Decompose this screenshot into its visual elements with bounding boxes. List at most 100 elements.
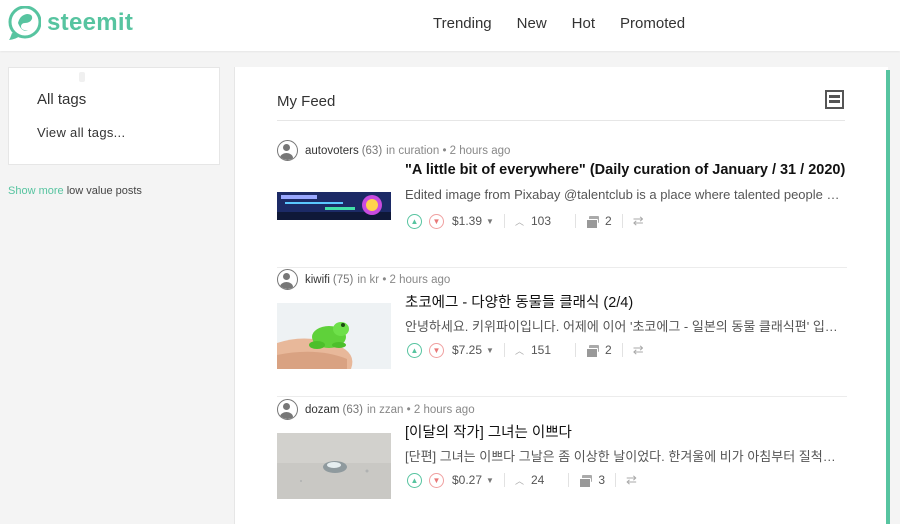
show-more-link[interactable]: Show more — [8, 185, 64, 197]
post-title[interactable]: [이달의 작가] 그녀는 이쁘다 — [405, 421, 572, 442]
post-time: • 2 hours ago — [382, 273, 451, 286]
steemit-logo-icon — [8, 6, 41, 40]
comment-icon — [586, 344, 599, 358]
upvote-icon[interactable]: ▲ — [407, 472, 422, 488]
post-time: • 2 hours ago — [442, 144, 511, 157]
comment-icon — [586, 215, 599, 229]
voters[interactable]: ︿ 151 — [515, 343, 551, 357]
low-value-label: low value posts — [63, 185, 142, 197]
feed-post: kiwifi (75) in kr • 2 hours ago 초코에그 - 다… — [277, 269, 847, 397]
vote-count: 24 — [530, 473, 545, 487]
post-header: kiwifi (75) in kr • 2 hours ago — [277, 269, 450, 290]
brand-name: steemit — [47, 9, 134, 36]
comment-count: 3 — [598, 473, 606, 487]
payout-value: $1.39 — [452, 214, 483, 228]
payout[interactable]: $7.25 ▼ — [452, 343, 494, 357]
upvote-icon[interactable]: ▲ — [407, 213, 422, 229]
divider — [575, 214, 576, 228]
divider — [277, 120, 845, 121]
low-value-notice: Show more low value posts — [8, 185, 142, 197]
chevron-up-icon: ︿ — [514, 475, 524, 486]
comments[interactable]: 2 — [586, 214, 612, 229]
post-excerpt[interactable]: [단편] 그녀는 이쁘다 그날은 좀 이상한 날이었다. 한겨울에 비가 아침부… — [405, 446, 845, 465]
feed-post: autovoters (63) in curation • 2 hours ag… — [277, 140, 847, 268]
post-footer: ▲ ▼ $1.39 ▼ ︿ 103 2 ⇄ — [407, 212, 644, 230]
post-title[interactable]: "A little bit of everywhere" (Daily cura… — [405, 162, 845, 178]
main-nav: Trending New Hot Promoted — [433, 15, 710, 32]
upvote-icon[interactable]: ▲ — [407, 342, 422, 358]
divider — [503, 343, 505, 357]
scroll-accent-bar — [886, 70, 890, 524]
post-meta: in curation • 2 hours ago — [386, 144, 511, 157]
chevron-up-icon: ︿ — [514, 216, 524, 227]
steemit-logo[interactable]: steemit — [8, 6, 133, 40]
water-droplet-image — [277, 433, 391, 499]
vote-count: 103 — [530, 214, 551, 228]
downvote-icon[interactable]: ▼ — [429, 472, 444, 488]
comment-count: 2 — [605, 343, 612, 357]
reblog-icon[interactable]: ⇄ — [633, 342, 644, 358]
nav-trending[interactable]: Trending — [433, 15, 492, 32]
downvote-icon[interactable]: ▼ — [429, 213, 444, 229]
post-author[interactable]: autovoters — [305, 145, 359, 157]
autovoters-banner-image — [277, 174, 391, 240]
payout-value: $0.27 — [452, 473, 483, 487]
post-footer: ▲ ▼ $7.25 ▼ ︿ 151 2 ⇄ — [407, 341, 644, 359]
reblog-icon[interactable]: ⇄ — [626, 472, 637, 488]
divider — [503, 473, 505, 487]
post-category[interactable]: zzan — [379, 404, 403, 416]
feed-panel: My Feed autovoters (63) in curation • 2 … — [234, 67, 888, 524]
reblog-icon[interactable]: ⇄ — [633, 213, 644, 229]
chevron-up-icon: ︿ — [514, 345, 524, 356]
divider — [615, 473, 617, 487]
comment-icon — [579, 474, 593, 488]
comments[interactable]: 2 — [586, 343, 612, 358]
post-title[interactable]: 초코에그 - 다양한 동물들 클래식 (2/4) — [405, 291, 633, 312]
post-excerpt[interactable]: 안녕하세요. 키위파이입니다. 어제에 이어 '초코에그 - 일본의 동물 클래… — [405, 316, 845, 335]
voters[interactable]: ︿ 103 — [515, 214, 551, 228]
author-reputation: (63) — [342, 403, 363, 416]
nav-hot[interactable]: Hot — [572, 15, 595, 32]
payout-value: $7.25 — [452, 343, 483, 357]
post-header: autovoters (63) in curation • 2 hours ag… — [277, 140, 510, 161]
post-thumbnail[interactable] — [277, 433, 391, 499]
post-thumbnail[interactable] — [277, 303, 391, 369]
vote-count: 151 — [530, 343, 551, 357]
payout[interactable]: $0.27 ▼ — [452, 473, 494, 487]
divider — [568, 473, 570, 487]
downvote-icon[interactable]: ▼ — [429, 342, 444, 358]
post-author[interactable]: kiwifi — [305, 274, 330, 286]
nav-promoted[interactable]: Promoted — [620, 15, 685, 32]
payout[interactable]: $1.39 ▼ — [452, 214, 494, 228]
post-time: • 2 hours ago — [406, 403, 475, 416]
avatar[interactable] — [277, 269, 298, 290]
nav-new[interactable]: New — [517, 15, 547, 32]
chevron-down-icon: ▼ — [486, 216, 494, 226]
divider — [503, 214, 505, 228]
card-marker — [79, 72, 85, 82]
view-all-tags-link[interactable]: View all tags... — [37, 125, 125, 140]
layout-toggle-icon[interactable] — [825, 90, 844, 109]
author-reputation: (75) — [332, 273, 354, 286]
post-category[interactable]: curation — [398, 145, 439, 157]
post-author[interactable]: dozam — [305, 404, 340, 416]
divider — [621, 214, 623, 228]
top-header: steemit Trending New Hot Promoted — [0, 0, 900, 51]
author-reputation: (63) — [361, 144, 383, 157]
post-category[interactable]: kr — [370, 274, 380, 286]
feed-post: dozam (63) in zzan • 2 hours ago [이달의 작가… — [277, 399, 847, 524]
feed-title: My Feed — [277, 93, 336, 110]
tags-card-title: All tags — [37, 91, 87, 108]
post-meta: in kr • 2 hours ago — [357, 273, 451, 286]
avatar[interactable] — [277, 140, 298, 161]
comments[interactable]: 3 — [579, 473, 606, 488]
avatar[interactable] — [277, 399, 298, 420]
divider — [621, 343, 623, 357]
post-meta: in zzan • 2 hours ago — [366, 403, 475, 416]
chevron-down-icon: ▼ — [486, 345, 494, 355]
post-excerpt[interactable]: Edited image from Pixabay @talentclub is… — [405, 187, 845, 202]
comment-count: 2 — [605, 214, 612, 228]
voters[interactable]: ︿ 24 — [515, 473, 544, 487]
post-thumbnail[interactable] — [277, 174, 391, 240]
chevron-down-icon: ▼ — [486, 475, 494, 485]
